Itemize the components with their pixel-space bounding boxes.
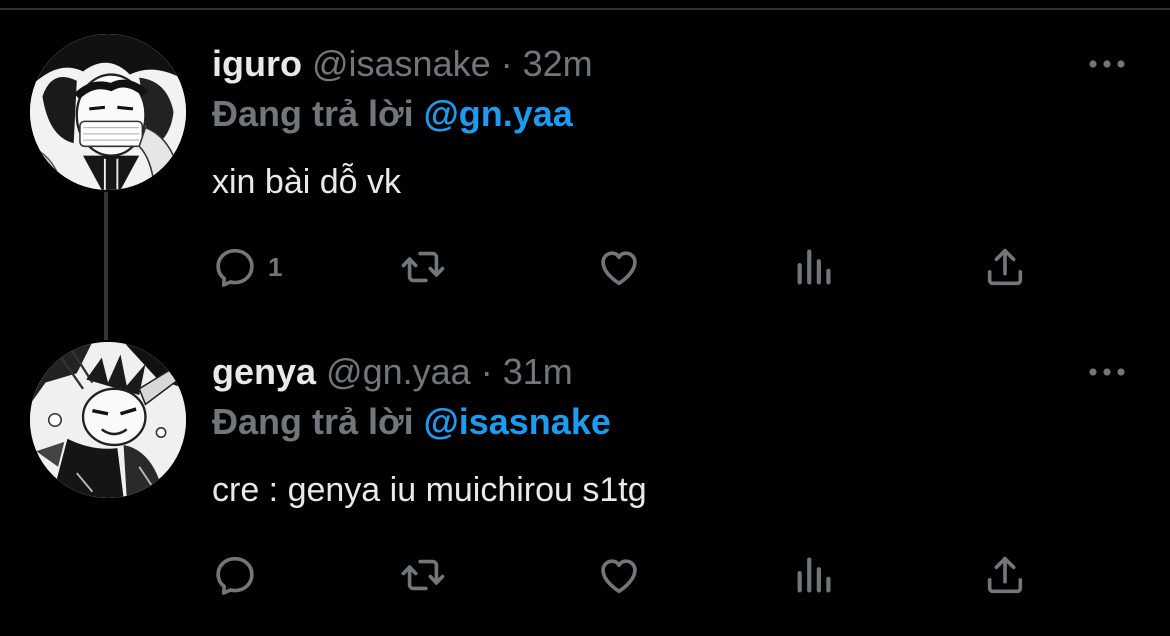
timestamp[interactable]: 31m <box>503 350 573 394</box>
retweet-button[interactable] <box>400 550 446 600</box>
timestamp[interactable]: 32m <box>523 42 593 86</box>
avatar[interactable] <box>30 34 186 190</box>
avatar-genya-image <box>30 342 186 498</box>
separator-dot: · <box>480 351 493 392</box>
avatar-iguro-image <box>30 34 186 190</box>
tweet-actions: 1 <box>212 242 1042 292</box>
more-icon[interactable] <box>1086 52 1128 76</box>
share-button[interactable] <box>982 550 1028 600</box>
replying-to: Đang trả lời @isasnake <box>212 400 611 444</box>
views-button[interactable] <box>792 550 838 600</box>
replying-to-mention[interactable]: @gn.yaa <box>424 93 573 134</box>
top-divider <box>0 0 1170 10</box>
views-icon <box>797 249 831 285</box>
replying-to-label: Đang trả lời <box>212 401 414 442</box>
tweet-text: xin bài dỗ vk <box>212 163 401 201</box>
display-name[interactable]: iguro <box>212 42 302 86</box>
share-icon <box>987 248 1023 286</box>
display-name[interactable]: genya <box>212 350 316 394</box>
tweet-header: iguro @isasnake · 32m <box>212 42 593 86</box>
retweet-icon <box>401 251 445 283</box>
tweet-header: genya @gn.yaa · 31m <box>212 350 573 394</box>
replying-to: Đang trả lời @gn.yaa <box>212 92 573 136</box>
like-icon <box>601 251 637 286</box>
replying-to-label: Đang trả lời <box>212 93 414 134</box>
tweet[interactable]: genya @gn.yaa · 31m Đang trả lời @isasna… <box>0 336 1170 636</box>
more-icon[interactable] <box>1086 360 1128 384</box>
retweet-button[interactable] <box>400 242 446 292</box>
like-icon <box>601 559 637 594</box>
reply-count: 1 <box>268 251 283 282</box>
tweet[interactable]: iguro @isasnake · 32m Đang trả lời @gn.y… <box>0 28 1170 328</box>
avatar[interactable] <box>30 342 186 498</box>
share-icon <box>987 556 1023 594</box>
retweet-icon <box>401 559 445 591</box>
tweet-actions <box>212 550 1042 600</box>
replying-to-mention[interactable]: @isasnake <box>424 401 611 442</box>
like-button[interactable] <box>596 242 642 292</box>
tweet-text: cre : genya iu muichirou s1tg <box>212 471 647 509</box>
views-icon <box>797 557 831 593</box>
reply-icon <box>216 556 254 595</box>
reply-button[interactable] <box>212 550 268 600</box>
user-handle[interactable]: @isasnake <box>312 42 491 86</box>
user-handle[interactable]: @gn.yaa <box>326 350 471 394</box>
reply-icon <box>216 248 254 287</box>
share-button[interactable] <box>982 242 1028 292</box>
separator-dot: · <box>500 43 513 84</box>
reply-button[interactable]: 1 <box>212 242 282 292</box>
like-button[interactable] <box>596 550 642 600</box>
views-button[interactable] <box>792 242 838 292</box>
